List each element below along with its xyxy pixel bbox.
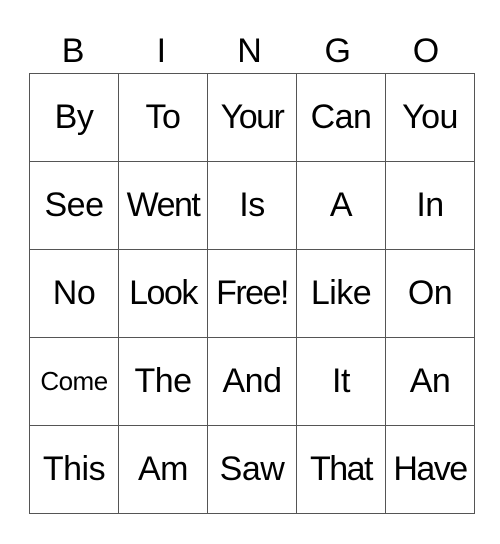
header-letter-o: O [412,32,440,70]
bingo-cell[interactable]: Saw [207,425,297,514]
bingo-row: Come The And It An [29,337,475,426]
bingo-header: B I N G O [29,30,470,73]
bingo-cell[interactable]: In [385,161,475,250]
bingo-cell[interactable]: By [29,73,119,162]
bingo-cell[interactable]: A [296,161,386,250]
bingo-cell[interactable]: And [207,337,297,426]
bingo-cell[interactable]: Have [385,425,475,514]
bingo-cell[interactable]: This [29,425,119,514]
bingo-card: By To Your Can You See Went Is A In No L… [29,73,475,514]
bingo-cell[interactable]: Went [118,161,208,250]
bingo-row: By To Your Can You [29,73,475,162]
bingo-cell[interactable]: The [118,337,208,426]
bingo-cell[interactable]: Your [207,73,297,162]
bingo-row: See Went Is A In [29,161,475,250]
bingo-cell[interactable]: Like [296,249,386,338]
bingo-row: No Look Free! Like On [29,249,475,338]
bingo-cell[interactable]: It [296,337,386,426]
free-space-cell[interactable]: Free! [207,249,297,338]
header-letter-n: N [237,32,262,70]
bingo-cell[interactable]: An [385,337,475,426]
bingo-cell[interactable]: Look [118,249,208,338]
bingo-cell[interactable]: You [385,73,475,162]
bingo-cell[interactable]: Can [296,73,386,162]
header-letter-g: G [324,32,351,70]
bingo-cell[interactable]: Come [29,337,119,426]
bingo-cell[interactable]: To [118,73,208,162]
bingo-cell[interactable]: Is [207,161,297,250]
header-letter-i: I [156,32,167,70]
bingo-cell[interactable]: See [29,161,119,250]
bingo-cell[interactable]: That [296,425,386,514]
header-letter-b: B [61,32,85,70]
bingo-cell[interactable]: No [29,249,119,338]
bingo-row: This Am Saw That Have [29,425,475,514]
bingo-cell[interactable]: Am [118,425,208,514]
bingo-cell[interactable]: On [385,249,475,338]
